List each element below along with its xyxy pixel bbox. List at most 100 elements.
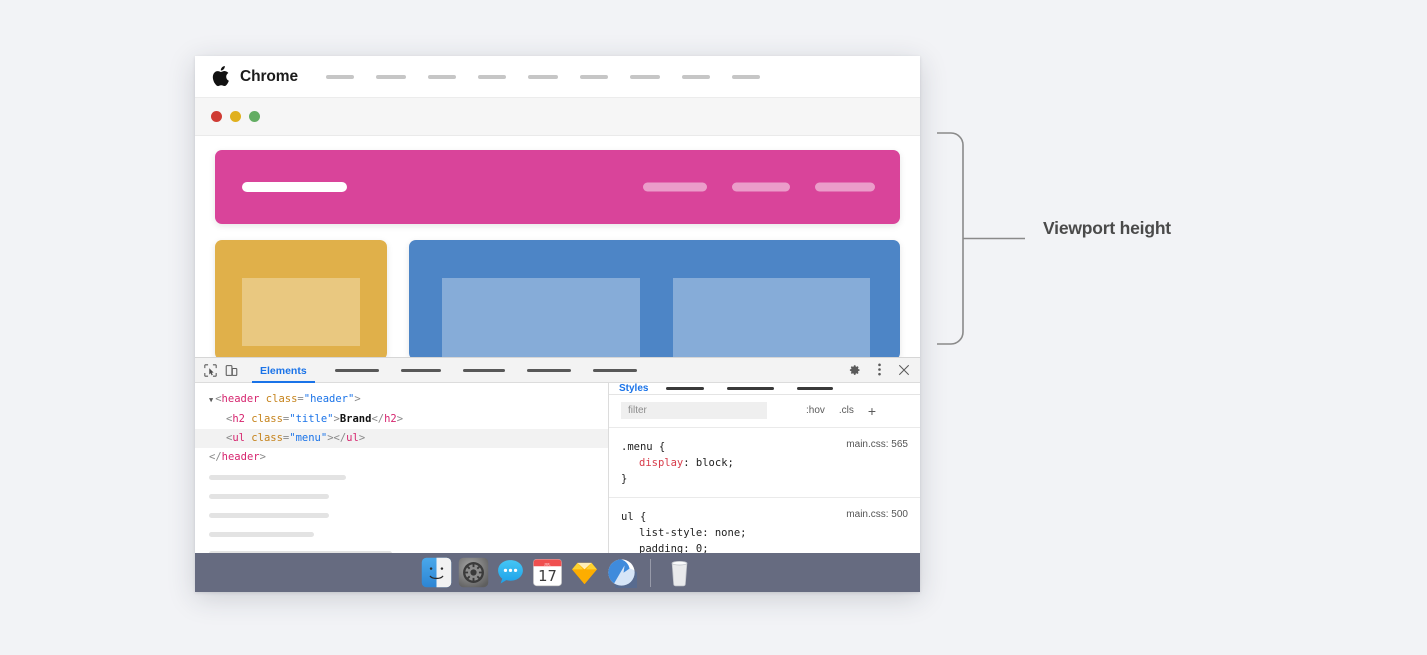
site-nav-placeholder[interactable] (618, 182, 875, 192)
trash-icon[interactable] (664, 557, 695, 588)
styles-tab-1[interactable] (727, 387, 775, 390)
devtools-tab-1[interactable] (400, 368, 441, 372)
dom-token-txt: Brand (339, 413, 372, 425)
card-right (409, 240, 900, 357)
dom-placeholder-lines (195, 467, 608, 564)
dom-placeholder-line-1 (209, 494, 329, 499)
styles-pane: Styles :hov .cls + main.css: 565.menu {d… (609, 383, 920, 564)
devtools-body: ▼ <header class="header"> <h2 class="title… (195, 383, 920, 564)
calendar-icon[interactable]: JUL 17 (532, 557, 563, 588)
kebab-menu-icon[interactable] (874, 363, 885, 381)
dom-token-val: "title" (289, 413, 334, 425)
card-left-inner (242, 278, 360, 346)
styles-tab-2[interactable] (797, 387, 834, 390)
menubar-items[interactable] (325, 74, 782, 79)
hov-toggle[interactable]: :hov (806, 405, 825, 416)
card-right-inner-b (672, 278, 870, 357)
dom-token-tag: ul (346, 432, 359, 444)
mac-menubar: Chrome (195, 56, 920, 98)
css-rule-source[interactable]: main.css: 565 (846, 437, 908, 453)
minimize-button[interactable] (230, 111, 241, 122)
dom-token-val: "header" (303, 393, 355, 405)
dom-token-brk: ></ (327, 432, 347, 444)
devtools-tab-0[interactable] (334, 368, 379, 372)
devtools-tab-3[interactable] (526, 368, 571, 372)
cls-toggle[interactable]: .cls (839, 405, 854, 416)
styles-tabs-placeholder[interactable] (666, 387, 856, 390)
site-nav-item-0[interactable] (643, 182, 707, 192)
calendar-day-label: 17 (538, 568, 557, 585)
dom-token-tag: h2 (232, 413, 245, 425)
site-nav-item-2[interactable] (815, 182, 875, 192)
tab-styles[interactable]: Styles (619, 383, 648, 394)
system-preferences-icon[interactable] (458, 557, 489, 588)
devtools-toolbar: Elements (195, 358, 920, 383)
dom-token-brk: </ (209, 451, 222, 463)
menubar-item-1[interactable] (375, 74, 406, 79)
menubar-item-7[interactable] (681, 74, 710, 79)
css-value: : block; (683, 457, 734, 469)
messages-icon[interactable] (495, 557, 526, 588)
dom-node-line[interactable]: ▼ <header class="header"> (195, 390, 608, 410)
devtools-tabs-placeholder[interactable] (334, 368, 659, 372)
gear-icon[interactable] (849, 363, 861, 381)
page-viewport (195, 136, 920, 357)
devtools-tab-2[interactable] (462, 368, 505, 372)
styles-filter-input[interactable] (621, 402, 767, 419)
styles-tabbar: Styles (609, 383, 920, 395)
app-name-label: Chrome (240, 67, 298, 85)
dom-tree-pane[interactable]: ▼ <header class="header"> <h2 class="title… (195, 383, 609, 564)
css-rule[interactable]: main.css: 565 .menu {display: block;} (609, 428, 920, 498)
menubar-item-8[interactable] (731, 74, 760, 79)
dom-token-brk: > (354, 393, 361, 405)
menubar-item-3[interactable] (477, 74, 506, 79)
site-nav-item-1[interactable] (732, 182, 790, 192)
mac-dock: JUL 17 (195, 553, 920, 592)
traffic-lights[interactable] (211, 111, 260, 122)
zoom-button[interactable] (249, 111, 260, 122)
menubar-item-0[interactable] (325, 74, 354, 79)
finder-icon[interactable] (421, 557, 452, 588)
menubar-item-2[interactable] (427, 74, 456, 79)
page-cards-row (215, 240, 900, 357)
styles-tab-0[interactable] (666, 387, 705, 390)
menubar-item-4[interactable] (527, 74, 558, 79)
dom-token-tag: header (221, 451, 260, 463)
menubar-item-6[interactable] (629, 74, 660, 79)
close-icon[interactable] (898, 363, 910, 381)
annotation-label: Viewport height (1043, 218, 1171, 238)
device-toolbar-icon[interactable] (223, 362, 240, 379)
dom-token-attr: class (259, 393, 298, 405)
window-titlebar (195, 98, 920, 136)
card-left (215, 240, 387, 357)
devtools-tab-4[interactable] (592, 368, 637, 372)
dom-token-attr: class (244, 413, 283, 425)
browser-window: Chrome Elements ▼ <header class="header"… (195, 56, 920, 592)
css-declaration[interactable]: list-style: none; (621, 525, 908, 541)
dom-token-brk: > (358, 432, 366, 444)
inspect-element-icon[interactable] (202, 362, 219, 379)
sparrow-icon[interactable] (606, 557, 637, 588)
dom-placeholder-line-0 (209, 475, 346, 480)
sketch-icon[interactable] (569, 557, 600, 588)
dom-placeholder-line-2 (209, 513, 329, 518)
tab-elements[interactable]: Elements (252, 358, 315, 383)
css-declaration[interactable]: display: block; (621, 455, 908, 471)
menubar-item-5[interactable] (579, 74, 608, 79)
apple-logo-icon (212, 65, 229, 86)
viewport-height-annotation: Viewport height (935, 131, 1195, 351)
css-property: list-style (639, 527, 703, 539)
dock-separator (649, 558, 651, 587)
dom-node-line[interactable]: </header> (195, 448, 608, 467)
close-button[interactable] (211, 111, 222, 122)
add-rule-button[interactable]: + (868, 404, 876, 418)
css-rule-source[interactable]: main.css: 500 (846, 507, 908, 523)
screenshot-root: Chrome Elements ▼ <header class="header"… (0, 0, 1427, 655)
card-right-inner-a (442, 278, 640, 357)
dom-node-line[interactable]: <ul class="menu"></ul> (195, 429, 608, 448)
dom-node-line[interactable]: <h2 class="title">Brand</h2> (195, 410, 608, 429)
dom-token-val: "menu" (289, 432, 328, 444)
expand-triangle-icon[interactable]: ▼ (209, 396, 213, 404)
dom-token-attr: class (244, 432, 283, 444)
site-brand-placeholder (242, 182, 347, 192)
